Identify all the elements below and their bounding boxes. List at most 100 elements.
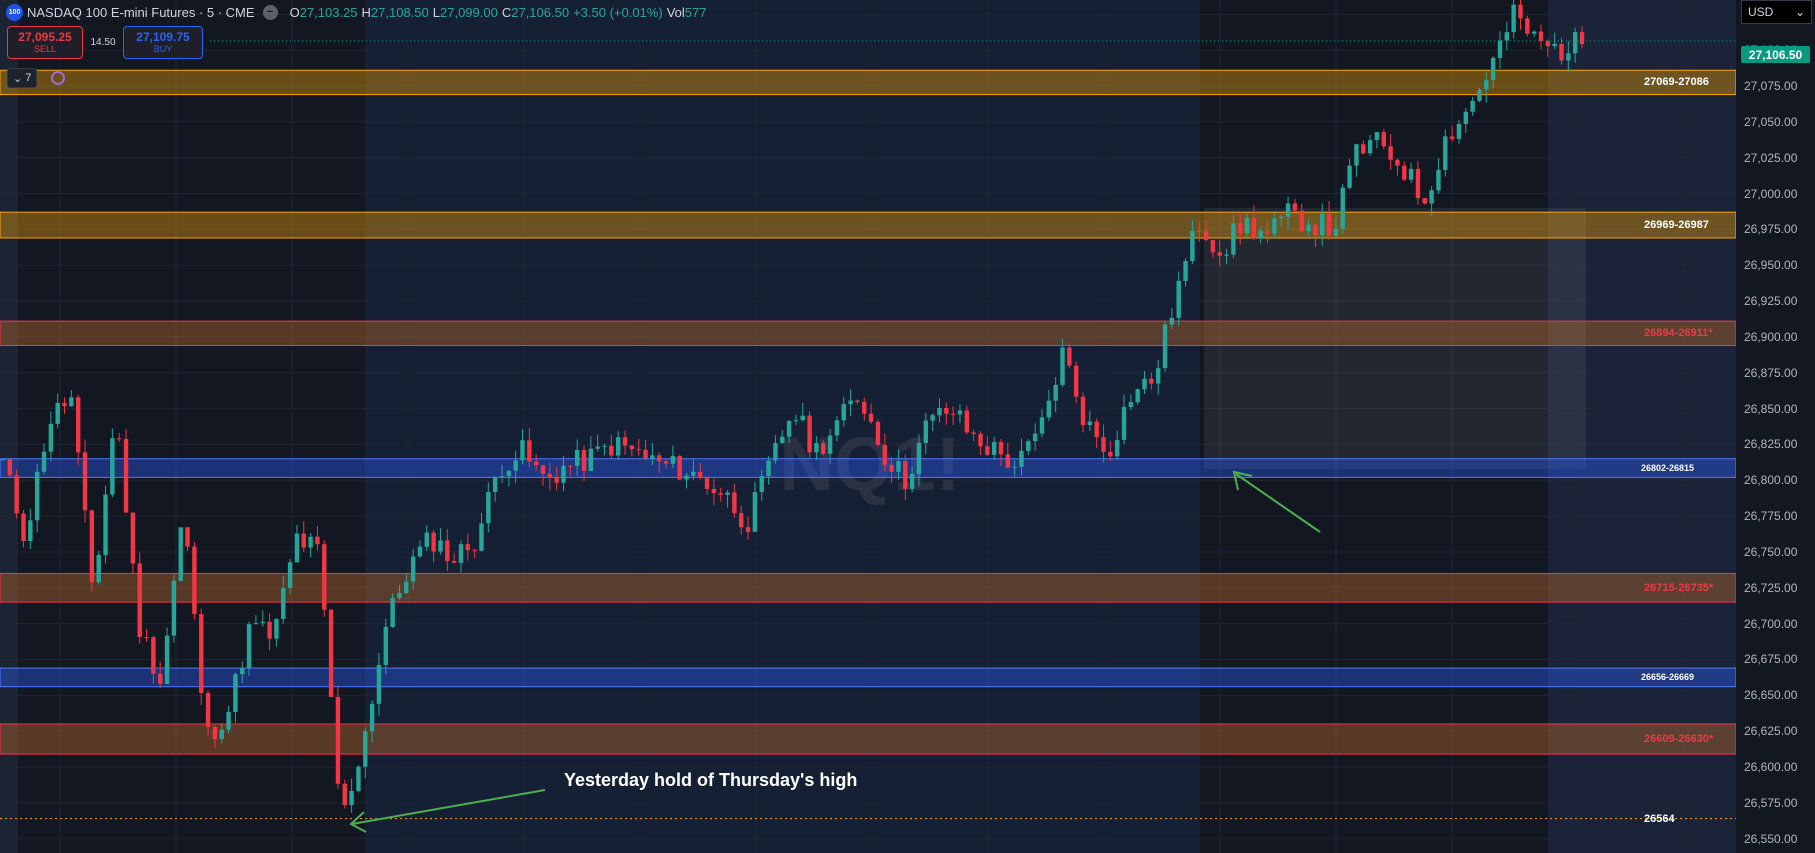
candle[interactable] [759, 476, 764, 493]
candle[interactable] [458, 544, 464, 563]
buy-button[interactable]: 27,109.75 BUY [123, 26, 203, 59]
candle[interactable] [602, 445, 607, 447]
candle[interactable] [1306, 224, 1311, 232]
candle[interactable] [1135, 389, 1140, 403]
candle[interactable] [356, 766, 361, 791]
candle[interactable] [1073, 365, 1079, 397]
candle[interactable] [725, 492, 730, 495]
candle[interactable] [62, 402, 67, 407]
candle[interactable] [691, 471, 696, 476]
candle[interactable] [773, 443, 778, 461]
candle[interactable] [41, 451, 47, 472]
candle[interactable] [868, 413, 874, 422]
candle[interactable] [1210, 240, 1216, 253]
chart-canvas[interactable]: NQ1! [0, 0, 1815, 853]
candle[interactable] [1094, 421, 1099, 438]
candle[interactable] [718, 493, 723, 495]
candle[interactable] [1552, 43, 1557, 47]
candle[interactable] [595, 446, 600, 449]
candle[interactable] [1183, 260, 1188, 281]
candle[interactable] [315, 536, 320, 545]
candle[interactable] [404, 581, 409, 593]
candle[interactable] [786, 420, 792, 437]
candle[interactable] [1224, 254, 1229, 256]
candle[interactable] [1162, 324, 1168, 369]
candle[interactable] [301, 533, 306, 548]
candle[interactable] [1265, 230, 1270, 234]
candle[interactable] [1429, 190, 1434, 204]
candle[interactable] [260, 621, 265, 624]
candle[interactable] [103, 494, 108, 555]
candle[interactable] [1258, 230, 1263, 239]
candle[interactable] [1080, 396, 1086, 426]
candle[interactable] [1149, 378, 1154, 384]
candle[interactable] [21, 513, 26, 542]
candle[interactable] [1279, 216, 1284, 219]
chart-annotation[interactable]: Yesterday hold of Thursday's high [564, 770, 857, 791]
candle[interactable] [875, 421, 881, 445]
candle[interactable] [807, 415, 812, 453]
candle[interactable] [322, 544, 327, 610]
candle[interactable] [1101, 437, 1106, 452]
candle[interactable] [862, 401, 867, 414]
candle[interactable] [472, 550, 477, 552]
candle[interactable] [1511, 4, 1516, 33]
candle[interactable] [568, 465, 573, 467]
candle[interactable] [158, 673, 163, 684]
candle[interactable] [1538, 31, 1544, 42]
candle[interactable] [226, 712, 231, 730]
candle[interactable] [308, 536, 313, 548]
candle[interactable] [397, 592, 402, 599]
candle[interactable] [69, 397, 74, 407]
candle[interactable] [834, 420, 840, 436]
candle[interactable] [670, 455, 676, 464]
candle[interactable] [1176, 280, 1181, 318]
candle[interactable] [1361, 144, 1366, 154]
candle[interactable] [240, 668, 245, 675]
candle[interactable] [1497, 40, 1503, 58]
candle[interactable] [1114, 439, 1120, 457]
candle[interactable] [923, 420, 928, 443]
candle[interactable] [814, 443, 819, 453]
candle[interactable] [1155, 368, 1161, 384]
candle[interactable] [547, 473, 553, 478]
candle[interactable] [745, 527, 751, 532]
candle[interactable] [349, 790, 354, 806]
candle[interactable] [171, 580, 177, 636]
candle[interactable] [855, 400, 860, 402]
candle[interactable] [34, 471, 40, 521]
candle[interactable] [991, 442, 997, 455]
candle[interactable] [281, 587, 286, 619]
candle[interactable] [1272, 218, 1277, 234]
candle[interactable] [889, 464, 894, 472]
candle[interactable] [985, 446, 990, 455]
candle[interactable] [1504, 32, 1510, 41]
candle[interactable] [192, 546, 197, 615]
candle[interactable] [390, 598, 395, 627]
candle[interactable] [752, 492, 758, 532]
candle[interactable] [383, 626, 388, 665]
candle[interactable] [328, 609, 334, 697]
sync-icon[interactable] [51, 71, 66, 85]
candle[interactable] [219, 729, 224, 739]
chart-area[interactable]: NQ1! 100 NASDAQ 100 E-mini Futures · 5 ·… [0, 0, 1815, 853]
candle[interactable] [533, 461, 539, 466]
candle[interactable] [629, 445, 635, 450]
candle[interactable] [1087, 421, 1093, 426]
candle[interactable] [438, 540, 443, 552]
candle[interactable] [1217, 252, 1222, 256]
candle[interactable] [287, 562, 293, 588]
candle[interactable] [1169, 317, 1175, 325]
candle[interactable] [520, 440, 525, 461]
candle[interactable] [144, 636, 149, 638]
candle[interactable] [363, 731, 368, 767]
candle[interactable] [253, 623, 259, 625]
candle[interactable] [486, 492, 491, 524]
candle[interactable] [930, 415, 935, 421]
candle[interactable] [1367, 140, 1373, 154]
candle[interactable] [650, 455, 655, 459]
candle[interactable] [1128, 402, 1134, 408]
candle[interactable] [369, 703, 375, 732]
candle[interactable] [48, 423, 54, 452]
candle[interactable] [1142, 378, 1147, 390]
